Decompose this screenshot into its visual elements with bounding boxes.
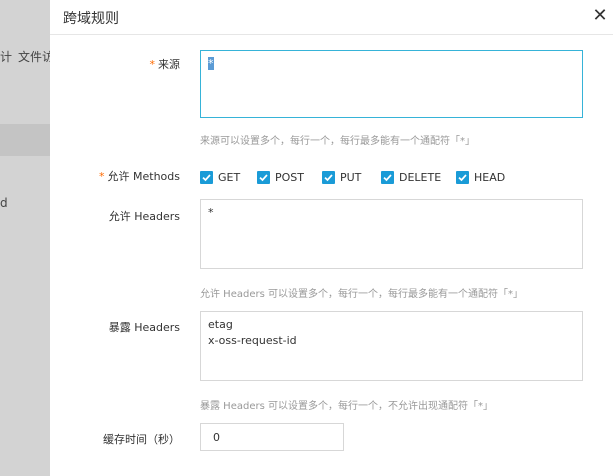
drawer-title: 跨域规则 bbox=[63, 11, 119, 27]
checkbox-checked-icon bbox=[200, 171, 213, 184]
method-label: GET bbox=[218, 171, 241, 184]
origin-textarea[interactable]: * bbox=[200, 50, 583, 118]
expose-headers-textarea[interactable]: etag x-oss-request-id bbox=[200, 311, 583, 381]
method-label: PUT bbox=[340, 171, 362, 184]
expose-headers-hint: 暴露 Headers 可以设置多个，每行一个，不允许出现通配符「*」 bbox=[200, 401, 493, 412]
checkbox-checked-icon bbox=[381, 171, 394, 184]
drawer-header: 跨域规则 ✕ bbox=[50, 0, 613, 35]
background-nav-item[interactable]: 文件访 bbox=[18, 48, 50, 65]
background-nav-item[interactable]: 计 bbox=[0, 48, 12, 65]
cache-time-label: 缓存时间（秒） bbox=[103, 433, 180, 446]
origin-hint: 来源可以设置多个，每行一个，每行最多能有一个通配符「*」 bbox=[200, 136, 475, 147]
cors-rule-drawer: 跨域规则 ✕ * 来源 * 来源可以设置多个，每行一个，每行最多能有一个通配符「*… bbox=[50, 0, 613, 476]
method-label: DELETE bbox=[399, 171, 442, 184]
checkbox-checked-icon bbox=[257, 171, 270, 184]
background-console: 计 文件访 d bbox=[0, 0, 50, 476]
background-selected-row bbox=[0, 124, 50, 156]
allow-headers-label: 允许 Headers bbox=[108, 210, 180, 223]
required-marker: * bbox=[149, 58, 156, 71]
allow-headers-hint: 允许 Headers 可以设置多个，每行一个，每行最多能有一个通配符「*」 bbox=[200, 289, 523, 300]
method-label: HEAD bbox=[474, 171, 506, 184]
origin-label: * 来源 bbox=[149, 58, 181, 71]
methods-label: * 允许 Methods bbox=[99, 170, 180, 183]
expose-headers-label: 暴露 Headers bbox=[108, 321, 180, 334]
checkbox-checked-icon bbox=[322, 171, 335, 184]
background-text: d bbox=[0, 196, 8, 210]
origin-value: * bbox=[208, 57, 214, 70]
cache-time-input[interactable]: 0 bbox=[200, 423, 344, 451]
allow-headers-textarea[interactable]: * bbox=[200, 199, 583, 269]
close-button[interactable]: ✕ bbox=[589, 5, 611, 27]
background-nav: 计 文件访 bbox=[0, 44, 50, 68]
close-icon: ✕ bbox=[592, 5, 608, 26]
required-marker: * bbox=[99, 170, 105, 183]
method-label: POST bbox=[275, 171, 304, 184]
checkbox-checked-icon bbox=[456, 171, 469, 184]
